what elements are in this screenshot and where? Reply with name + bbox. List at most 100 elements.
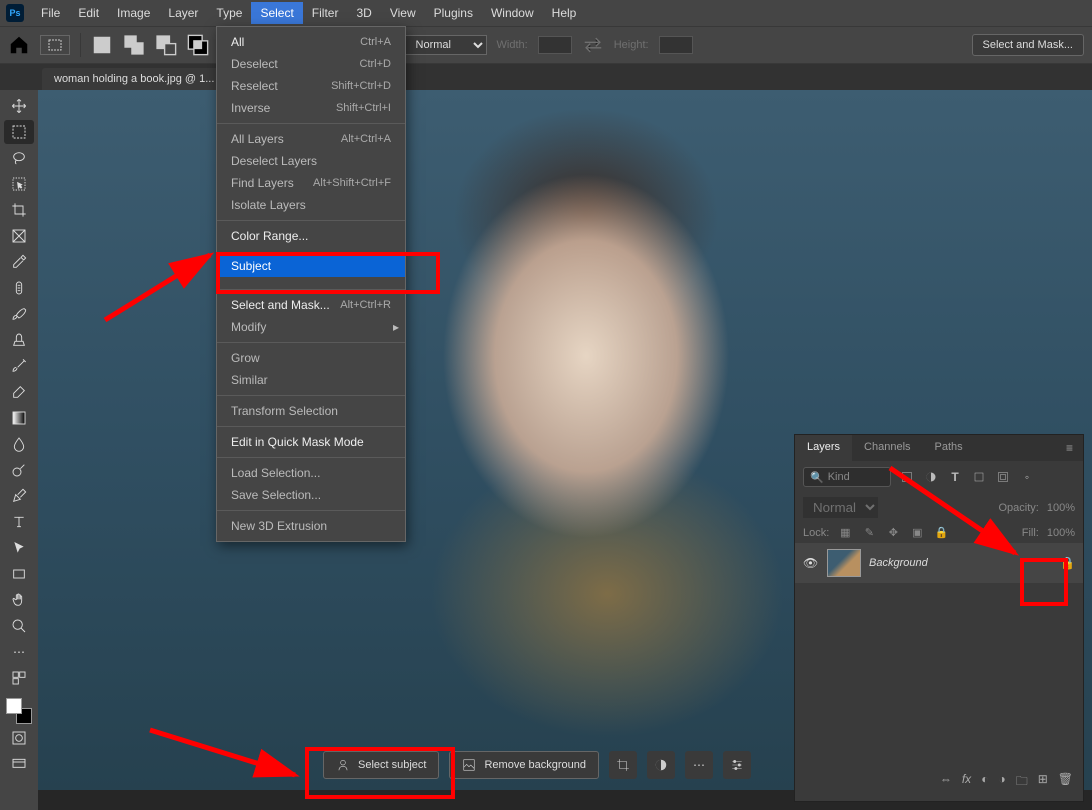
layer-lock-icon[interactable]: 🔒 [1060,556,1075,570]
lock-artboard-icon[interactable]: ▣ [909,526,925,539]
blend-mode-select[interactable]: Normal [803,497,878,518]
properties-icon[interactable] [723,751,751,779]
edit-toolbar[interactable] [4,666,34,690]
menu-item-color-range[interactable]: Color Range... [217,225,405,247]
menu-file[interactable]: File [32,2,69,24]
menu-item-inverse: InverseShift+Ctrl+I [217,97,405,119]
lock-all-icon[interactable]: 🔒 [933,526,949,539]
app-logo: Ps [6,4,24,22]
style-select[interactable]: Normal [405,35,487,55]
height-field [659,36,693,54]
menu-item-modify: Modify▸ [217,316,405,338]
tab-channels[interactable]: Channels [852,435,922,461]
marquee-tool[interactable] [4,120,34,144]
menu-plugins[interactable]: Plugins [425,2,482,24]
hand-tool[interactable] [4,588,34,612]
select-subject-button[interactable]: Select subject [323,751,439,779]
menu-edit[interactable]: Edit [69,2,108,24]
crop-tool[interactable] [4,198,34,222]
fill-value[interactable]: 100% [1047,527,1075,539]
filter-smart-icon[interactable] [995,469,1011,485]
menu-item-reselect: ReselectShift+Ctrl+D [217,75,405,97]
add-selection-icon[interactable] [123,34,145,56]
panel-menu-icon[interactable]: ≡ [1056,435,1083,461]
document-tab[interactable]: woman holding a book.jpg @ 1... [42,68,226,90]
menu-3d[interactable]: 3D [347,2,380,24]
filter-toggle-icon[interactable]: ◦ [1019,469,1035,485]
tab-layers[interactable]: Layers [795,435,852,461]
brush-tool[interactable] [4,302,34,326]
rectangle-tool[interactable] [4,562,34,586]
link-layers-icon[interactable]: ⇔ [940,772,952,793]
tab-paths[interactable]: Paths [923,435,975,461]
layer-filter-kind[interactable]: 🔍 Kind [803,467,891,487]
clone-stamp-tool[interactable] [4,328,34,352]
menu-select[interactable]: Select [251,2,302,24]
move-tool[interactable] [4,94,34,118]
frame-tool[interactable] [4,224,34,248]
menu-item-all[interactable]: AllCtrl+A [217,31,405,53]
lock-brush-icon[interactable]: ✎ [861,526,877,539]
layer-style-icon[interactable]: fx [962,772,971,793]
eyedropper-tool[interactable] [4,250,34,274]
subtract-selection-icon[interactable] [155,34,177,56]
tools-panel: ⋯ [0,90,38,810]
menu-layer[interactable]: Layer [159,2,207,24]
crop-icon[interactable] [609,751,637,779]
home-icon[interactable] [8,34,30,56]
gradient-tool[interactable] [4,406,34,430]
filter-adjustment-icon[interactable] [923,469,939,485]
screen-mode-toggle[interactable] [4,752,34,776]
adjustment-layer-icon[interactable]: ◑ [998,772,1005,793]
menu-item-deselect-layers: Deselect Layers [217,150,405,172]
pen-tool[interactable] [4,484,34,508]
delete-layer-icon[interactable]: 🗑 [1058,772,1073,793]
dodge-tool[interactable] [4,458,34,482]
layer-mask-icon[interactable]: ◐ [981,772,988,793]
object-selection-tool[interactable] [4,172,34,196]
menu-item-edit-in-quick-mask-mode[interactable]: Edit in Quick Mask Mode [217,431,405,453]
menu-window[interactable]: Window [482,2,543,24]
menu-item-select-and-mask[interactable]: Select and Mask...Alt+Ctrl+R [217,294,405,316]
width-label: Width: [497,39,528,51]
tool-preset-picker[interactable] [40,35,70,55]
quick-mask-toggle[interactable] [4,726,34,750]
group-icon[interactable]: 🗀 [1016,772,1028,793]
layer-name[interactable]: Background [869,557,1052,569]
menu-image[interactable]: Image [108,2,159,24]
menu-help[interactable]: Help [543,2,586,24]
more-icon[interactable]: ⋯ [685,751,713,779]
layer-thumbnail[interactable] [827,549,861,577]
filter-type-icon[interactable]: T [947,469,963,485]
history-brush-tool[interactable] [4,354,34,378]
adjust-icon[interactable] [647,751,675,779]
path-selection-tool[interactable] [4,536,34,560]
layers-panel-footer: ⇔ fx ◐ ◑ 🗀 ⊞ 🗑 [795,768,1083,797]
color-swatches[interactable] [6,698,32,724]
lock-pixels-icon[interactable]: ▦ [837,526,853,539]
lasso-tool[interactable] [4,146,34,170]
intersect-selection-icon[interactable] [187,34,209,56]
menu-type[interactable]: Type [207,2,251,24]
visibility-icon[interactable]: 👁 [803,556,819,570]
lock-fill-row: Lock: ▦ ✎ ✥ ▣ 🔒 Fill: 100% [795,522,1083,543]
filter-shape-icon[interactable] [971,469,987,485]
filter-pixel-icon[interactable] [899,469,915,485]
new-selection-icon[interactable] [91,34,113,56]
more-tools[interactable]: ⋯ [4,640,34,664]
eraser-tool[interactable] [4,380,34,404]
menu-view[interactable]: View [381,2,425,24]
healing-brush-tool[interactable] [4,276,34,300]
remove-background-button[interactable]: Remove background [449,751,599,779]
opacity-value[interactable]: 100% [1047,502,1075,514]
blur-tool[interactable] [4,432,34,456]
lock-position-icon[interactable]: ✥ [885,526,901,539]
select-and-mask-button[interactable]: Select and Mask... [972,34,1085,56]
layer-row-background[interactable]: 👁 Background 🔒 [795,543,1083,583]
zoom-tool[interactable] [4,614,34,638]
menu-item-subject[interactable]: Subject [217,255,405,277]
new-layer-icon[interactable]: ⊞ [1038,772,1048,793]
menu-filter[interactable]: Filter [303,2,348,24]
menu-item-find-layers: Find LayersAlt+Shift+Ctrl+F [217,172,405,194]
type-tool[interactable] [4,510,34,534]
